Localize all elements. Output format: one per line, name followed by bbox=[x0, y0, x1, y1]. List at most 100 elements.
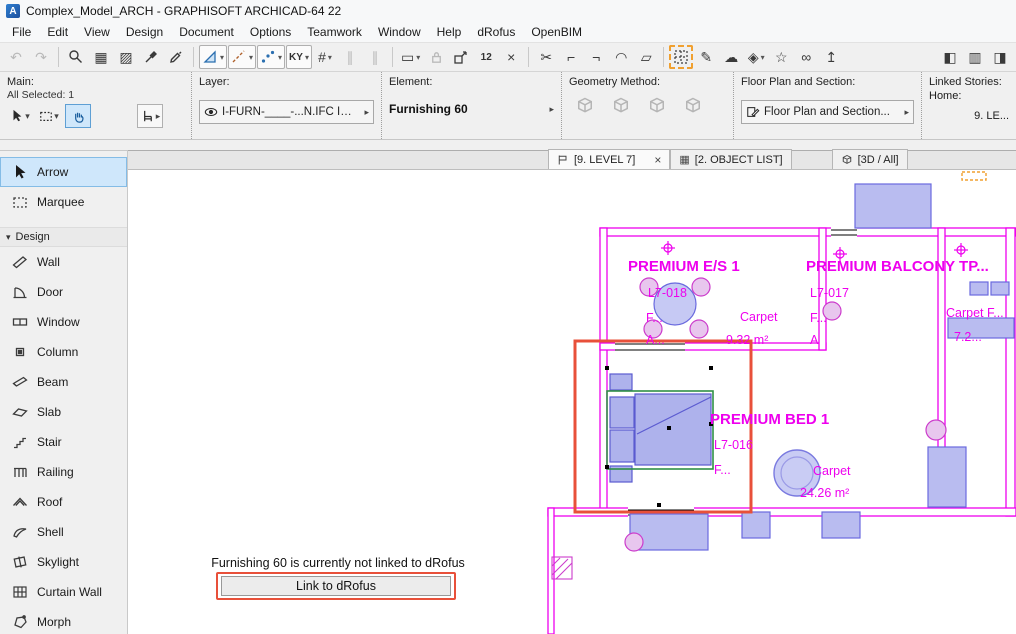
design-group-header[interactable]: ▾ Design bbox=[0, 227, 127, 247]
arrow-mode-button[interactable]: ▾ bbox=[7, 104, 33, 128]
chair[interactable] bbox=[690, 320, 708, 338]
geometry-method-3-button[interactable] bbox=[647, 96, 667, 121]
close-tab-icon[interactable]: × bbox=[654, 153, 661, 167]
menu-openbim[interactable]: OpenBIM bbox=[523, 22, 590, 42]
layer-selector[interactable]: I-FURN-____-...N.IFC Import ▸ bbox=[199, 100, 374, 124]
wall-segment[interactable] bbox=[600, 228, 607, 513]
zone-area-short[interactable]: A... bbox=[646, 333, 665, 347]
tab-object-list[interactable]: ▦ [2. OBJECT LIST] bbox=[670, 149, 791, 169]
zone-finish-short[interactable]: F... bbox=[810, 311, 827, 325]
hatched-shaft[interactable] bbox=[552, 557, 572, 579]
geometry-method-2-button[interactable] bbox=[611, 96, 631, 121]
tool-column[interactable]: Column bbox=[0, 337, 127, 367]
skewed-grid-button[interactable]: ∥ bbox=[338, 45, 362, 69]
guide-lines-button[interactable]: ▾ bbox=[199, 45, 227, 69]
tab-level-7[interactable]: [9. LEVEL 7] × bbox=[548, 149, 670, 169]
wall-segment[interactable] bbox=[600, 228, 1016, 236]
menu-teamwork[interactable]: Teamwork bbox=[299, 22, 370, 42]
zone-area[interactable]: 7.2... bbox=[954, 330, 982, 344]
zone-finish[interactable]: Carpet F... bbox=[946, 306, 1004, 320]
undo-button[interactable]: ↶ bbox=[4, 45, 28, 69]
delete-button[interactable]: × bbox=[499, 45, 523, 69]
tool-skylight[interactable]: Skylight bbox=[0, 547, 127, 577]
tool-morph[interactable]: Morph bbox=[0, 607, 127, 634]
fillet-button[interactable]: ◠ bbox=[609, 45, 633, 69]
zone-area[interactable]: 24.26 m² bbox=[800, 486, 849, 500]
hyperlink-button[interactable]: ∞ bbox=[794, 45, 818, 69]
tool-beam[interactable]: Beam bbox=[0, 367, 127, 397]
balcony-slab[interactable] bbox=[855, 184, 931, 228]
tool-marquee[interactable]: Marquee bbox=[0, 187, 127, 217]
menu-file[interactable]: File bbox=[4, 22, 39, 42]
tool-wall[interactable]: Wall bbox=[0, 247, 127, 277]
star-button[interactable]: ☆ bbox=[769, 45, 793, 69]
side-table[interactable] bbox=[991, 282, 1009, 295]
pickup-parameters-button[interactable] bbox=[139, 45, 163, 69]
grab-mode-button[interactable] bbox=[65, 104, 91, 128]
nightstand[interactable] bbox=[610, 374, 632, 390]
send-receive-button[interactable]: ☁ bbox=[719, 45, 743, 69]
side-table[interactable] bbox=[970, 282, 988, 295]
zone-area[interactable]: 9.32 m² bbox=[726, 333, 768, 347]
zone-finish-short[interactable]: F... bbox=[714, 463, 731, 477]
coordinate-input-button[interactable]: KY▾ bbox=[286, 45, 312, 69]
zone-name-premium-balcony[interactable]: PREMIUM BALCONY TP... bbox=[806, 258, 989, 275]
zone-finish[interactable]: Carpet bbox=[740, 310, 778, 324]
tab-3d-all[interactable]: [3D / All] bbox=[832, 149, 908, 169]
geometry-method-1-button[interactable] bbox=[575, 96, 595, 121]
menu-edit[interactable]: Edit bbox=[39, 22, 76, 42]
snap-points-button[interactable]: ▾ bbox=[257, 45, 285, 69]
grid-snap-button[interactable]: #▾ bbox=[313, 45, 337, 69]
wall-segment[interactable] bbox=[1006, 228, 1015, 516]
tab-overview-button[interactable]: ◨ bbox=[988, 45, 1012, 69]
menu-design[interactable]: Design bbox=[118, 22, 171, 42]
lock-button[interactable] bbox=[424, 45, 448, 69]
handle[interactable] bbox=[709, 366, 713, 370]
renovation-button[interactable]: ✎ bbox=[694, 45, 718, 69]
zone-area-short[interactable]: A bbox=[810, 333, 818, 347]
chair[interactable] bbox=[692, 278, 710, 296]
drag-button[interactable] bbox=[449, 45, 473, 69]
trim-button[interactable]: ¬ bbox=[584, 45, 608, 69]
chair[interactable] bbox=[625, 533, 643, 551]
desk-chair[interactable] bbox=[926, 420, 946, 440]
desk[interactable] bbox=[928, 447, 966, 507]
capture-button[interactable]: ▨ bbox=[114, 45, 138, 69]
element-flyout-button[interactable]: ▸ bbox=[549, 104, 554, 115]
menu-help[interactable]: Help bbox=[429, 22, 470, 42]
favorites-button[interactable]: ◈▾ bbox=[744, 45, 768, 69]
organizer-button[interactable]: ◧ bbox=[938, 45, 962, 69]
tool-window[interactable]: Window bbox=[0, 307, 127, 337]
pillow[interactable] bbox=[610, 430, 634, 462]
geometry-method-4-button[interactable] bbox=[683, 96, 703, 121]
split-button[interactable]: ✂ bbox=[534, 45, 558, 69]
cabinet[interactable] bbox=[822, 512, 860, 538]
tool-roof[interactable]: Roof bbox=[0, 487, 127, 517]
object-tool-button[interactable]: ▸ bbox=[137, 104, 163, 128]
quick-options-button[interactable]: ▦ bbox=[89, 45, 113, 69]
menu-drofus[interactable]: dRofus bbox=[469, 22, 523, 42]
tool-railing[interactable]: Railing bbox=[0, 457, 127, 487]
handle[interactable] bbox=[667, 426, 671, 430]
zone-finish[interactable]: Carpet bbox=[813, 464, 851, 478]
snap-guides-button[interactable]: ▾ bbox=[228, 45, 256, 69]
menu-options[interactable]: Options bbox=[242, 22, 299, 42]
handle[interactable] bbox=[605, 366, 609, 370]
inject-parameters-button[interactable] bbox=[164, 45, 188, 69]
tool-stair[interactable]: Stair bbox=[0, 427, 127, 457]
link-to-drofus-button[interactable]: Link to dRofus bbox=[221, 576, 451, 596]
zone-name-premium-bed1[interactable]: PREMIUM BED 1 bbox=[710, 411, 829, 428]
menu-document[interactable]: Document bbox=[171, 22, 242, 42]
zone-finish-short[interactable]: F... bbox=[646, 311, 663, 325]
adjust-button[interactable]: ⌐ bbox=[559, 45, 583, 69]
tool-slab[interactable]: Slab bbox=[0, 397, 127, 427]
tool-curtain-wall[interactable]: Curtain Wall bbox=[0, 577, 127, 607]
selection-frame-button[interactable]: ▭▾ bbox=[398, 45, 423, 69]
pillow[interactable] bbox=[610, 397, 634, 428]
tool-door[interactable]: Door bbox=[0, 277, 127, 307]
zone-code-l7-017[interactable]: L7-017 bbox=[810, 286, 849, 300]
handle[interactable] bbox=[657, 503, 661, 507]
publish-button[interactable]: ↥ bbox=[819, 45, 843, 69]
handle[interactable] bbox=[605, 465, 609, 469]
dimension-button[interactable]: 12 bbox=[474, 45, 498, 69]
